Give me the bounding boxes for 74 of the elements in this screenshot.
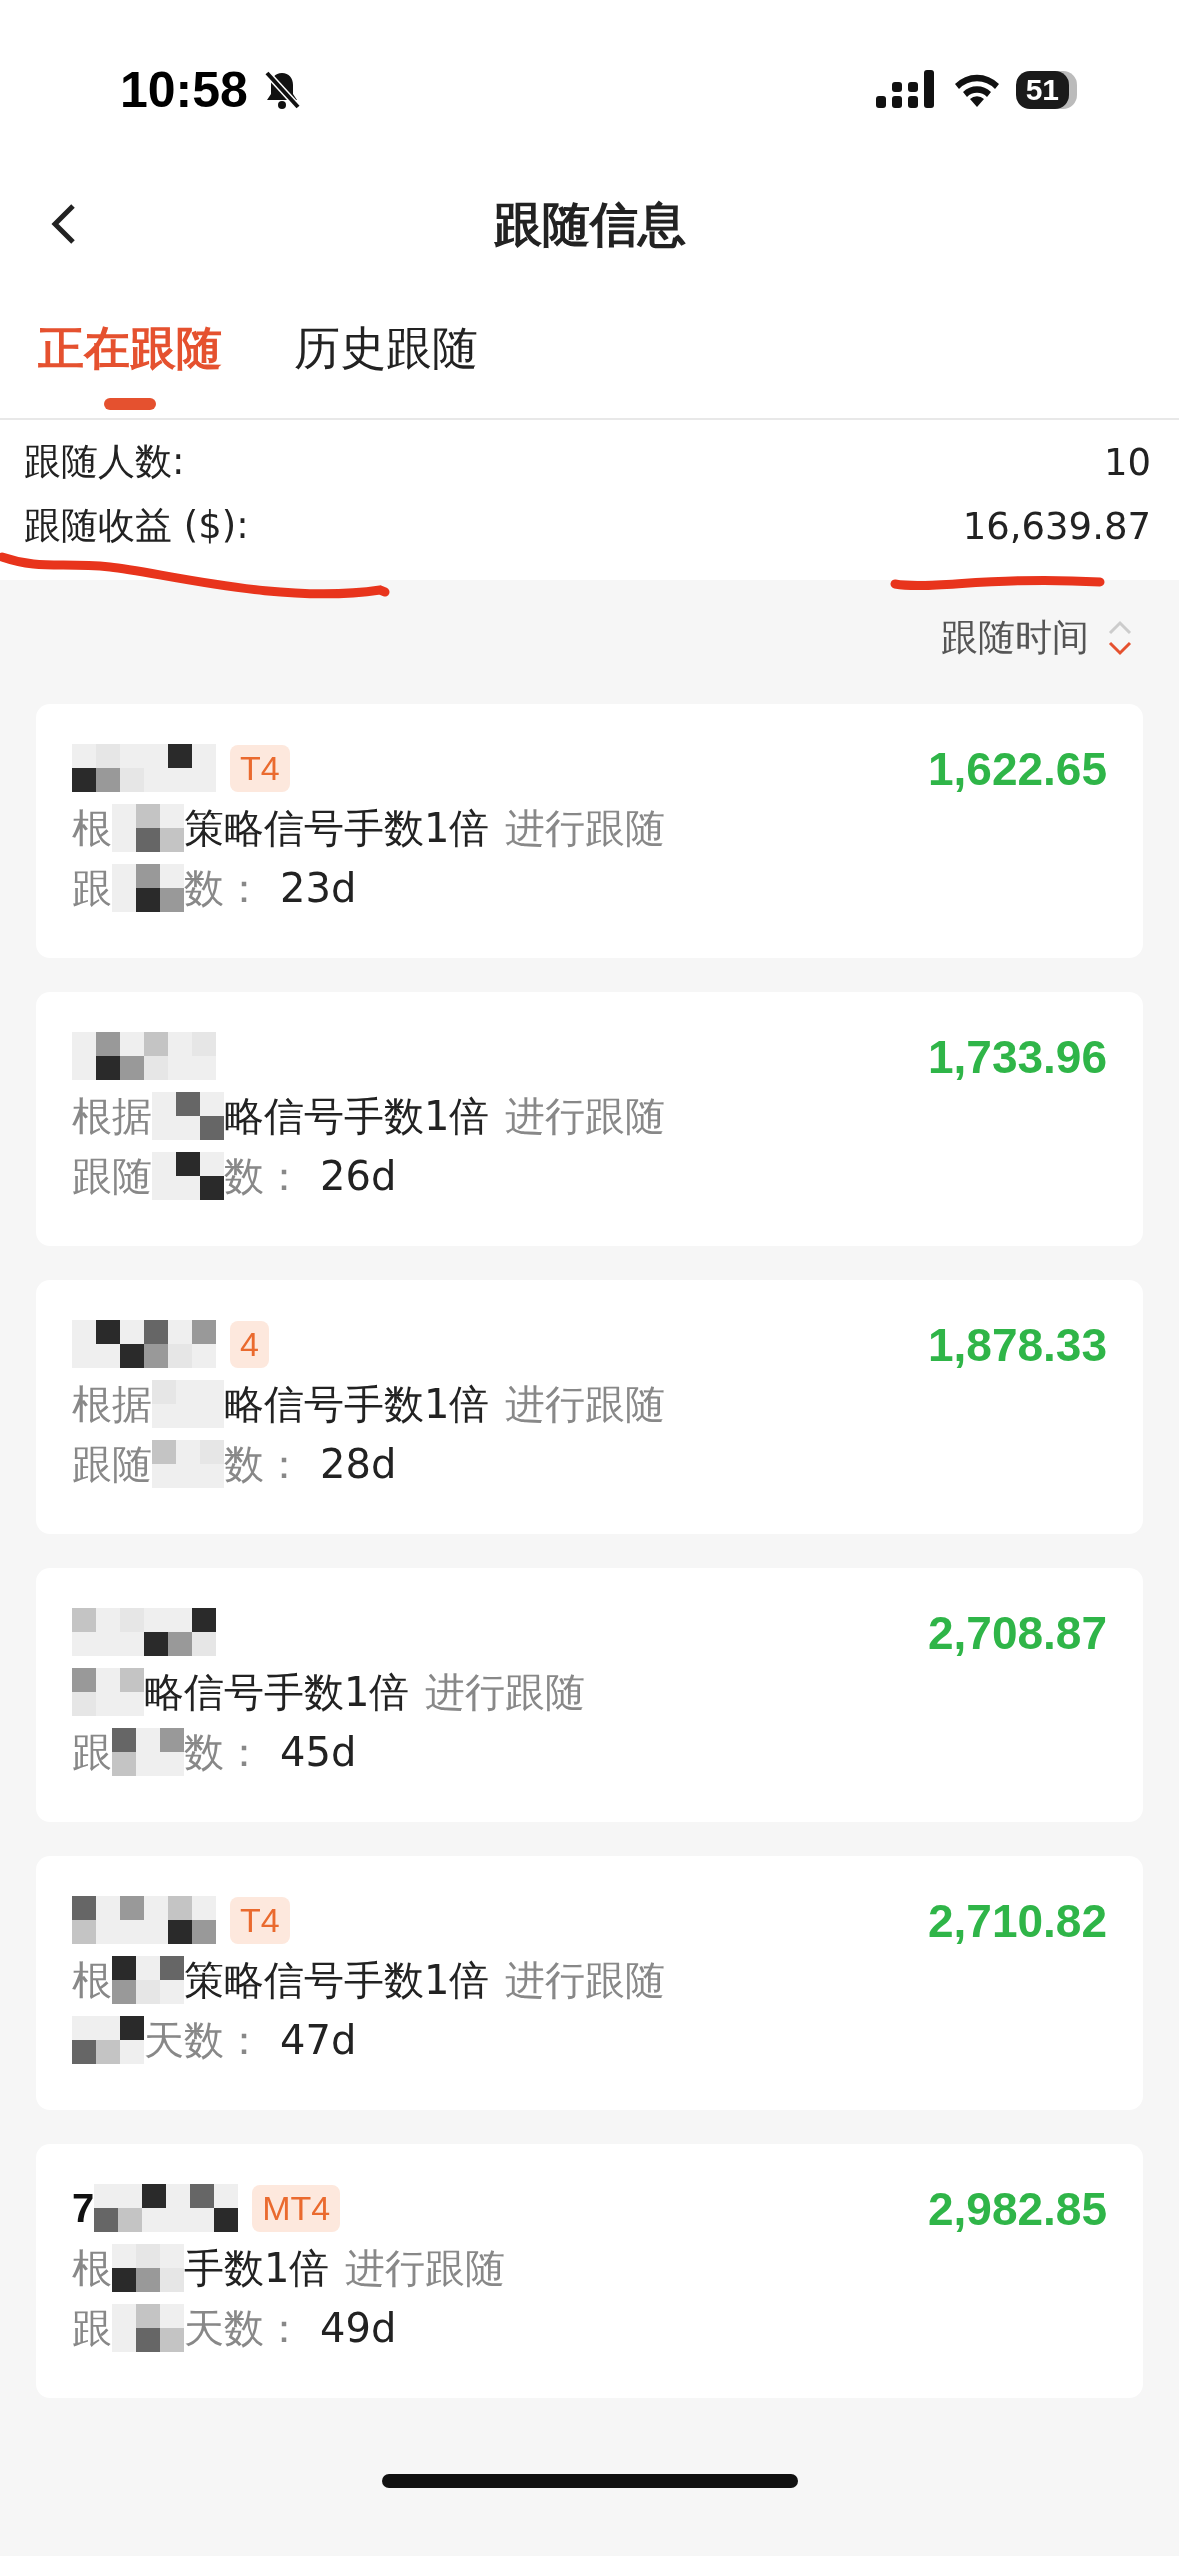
rule-suffix: 进行跟随 [505, 1955, 666, 2005]
rule-suffix: 进行跟随 [505, 803, 666, 853]
rule-prefix: 根 [72, 2243, 112, 2293]
rule-text: 策略信号手数1倍 [184, 803, 490, 853]
sort-icon[interactable] [1107, 619, 1133, 657]
clock-time: 10:58 [120, 61, 248, 119]
mosaic-drawing [152, 1092, 224, 1140]
platform-tag: T4 [230, 744, 290, 792]
profit-amount: 1,733.96 [927, 1030, 1107, 1085]
rule-suffix: 进行跟随 [345, 2243, 506, 2293]
account-number: 7 [72, 2185, 95, 2231]
rule-prefix: 根据 [72, 1379, 152, 1429]
rule-prefix: 根 [72, 1955, 112, 2005]
mosaic-drawing [152, 1440, 224, 1488]
days-label: 数： [224, 1151, 304, 1201]
follow-card[interactable]: T4 根 策略信号手数1倍 进行跟随 跟 数： 23d 1,622.65 [36, 704, 1143, 958]
summary-value: 10 [1103, 440, 1151, 484]
rule-text: 略信号手数1倍 [224, 1379, 490, 1429]
days-label: 天数： [184, 2303, 304, 2353]
tab-indicator [104, 398, 156, 410]
mosaic-drawing [152, 1380, 224, 1428]
sort-label[interactable]: 跟随时间 [941, 613, 1089, 663]
follow-card[interactable]: T4 根 策略信号手数1倍 进行跟随 天数： 47d 2,710.82 [36, 1856, 1143, 2110]
days-label: 数： [224, 1439, 304, 1489]
days-prefix: 跟 [72, 1727, 112, 1777]
page-title: 跟随信息 [493, 195, 686, 254]
mosaic-drawing [72, 2016, 144, 2064]
profit-amount: 2,710.82 [927, 1894, 1107, 1949]
follow-card[interactable]: 7 MT4 根 手数1倍 进行跟随 跟 天数： 49d 2,982.85 [36, 2144, 1143, 2398]
days-label: 天数： [144, 2015, 264, 2065]
rule-text: 略信号手数1倍 [224, 1091, 490, 1141]
mosaic-drawing [152, 1152, 224, 1200]
days-value: 49d [320, 2305, 397, 2351]
mosaic-drawing [112, 1728, 184, 1776]
profit-amount: 1,622.65 [927, 742, 1107, 797]
rule-text: 手数1倍 [184, 2243, 330, 2293]
platform-tag: T4 [230, 1896, 290, 1944]
rule-text: 略信号手数1倍 [144, 1667, 410, 1717]
platform-tag: MT4 [252, 2184, 341, 2232]
mosaic-drawing [112, 2244, 184, 2292]
follow-card[interactable]: 根据 略信号手数1倍 进行跟随 跟随 数： 26d 1,733.96 [36, 992, 1143, 1246]
days-value: 47d [280, 2017, 357, 2063]
rule-prefix: 根据 [72, 1091, 152, 1141]
mosaic-drawing [72, 1668, 144, 1716]
follow-card[interactable]: 4 根据 略信号手数1倍 进行跟随 跟随 数： 28d 1,878.33 [36, 1280, 1143, 1534]
days-value: 23d [280, 865, 357, 911]
days-prefix: 跟随 [72, 1439, 152, 1489]
profit-amount: 2,708.87 [927, 1606, 1107, 1661]
days-value: 28d [320, 1441, 397, 1487]
summary-value: 16,639.87 [962, 504, 1151, 548]
days-value: 26d [320, 1153, 397, 1199]
profit-amount: 1,878.33 [927, 1318, 1107, 1373]
mosaic-drawing [112, 864, 184, 912]
mosaic-drawing [112, 804, 184, 852]
days-prefix: 跟随 [72, 1151, 152, 1201]
profit-amount: 2,982.85 [927, 2182, 1107, 2237]
days-prefix: 跟 [72, 863, 112, 913]
summary-label: 跟随收益 ($): [24, 503, 249, 549]
summary-label: 跟随人数: [24, 439, 185, 485]
tab[interactable]: 历史跟随 [294, 308, 478, 418]
rule-prefix: 根 [72, 803, 112, 853]
days-prefix: 跟 [72, 2303, 112, 2353]
days-value: 45d [280, 1729, 357, 1775]
rule-suffix: 进行跟随 [505, 1091, 666, 1141]
rule-text: 策略信号手数1倍 [184, 1955, 490, 2005]
rule-suffix: 进行跟随 [425, 1667, 586, 1717]
rule-suffix: 进行跟随 [505, 1379, 666, 1429]
days-label: 数： [184, 1727, 264, 1777]
follow-card[interactable]: 略信号手数1倍 进行跟随 跟 数： 45d 2,708.87 [36, 1568, 1143, 1822]
tab[interactable]: 正在跟随 [38, 308, 222, 418]
platform-tag: 4 [230, 1320, 269, 1368]
mosaic-drawing [112, 1956, 184, 2004]
mosaic-drawing [112, 2304, 184, 2352]
days-label: 数： [184, 863, 264, 913]
